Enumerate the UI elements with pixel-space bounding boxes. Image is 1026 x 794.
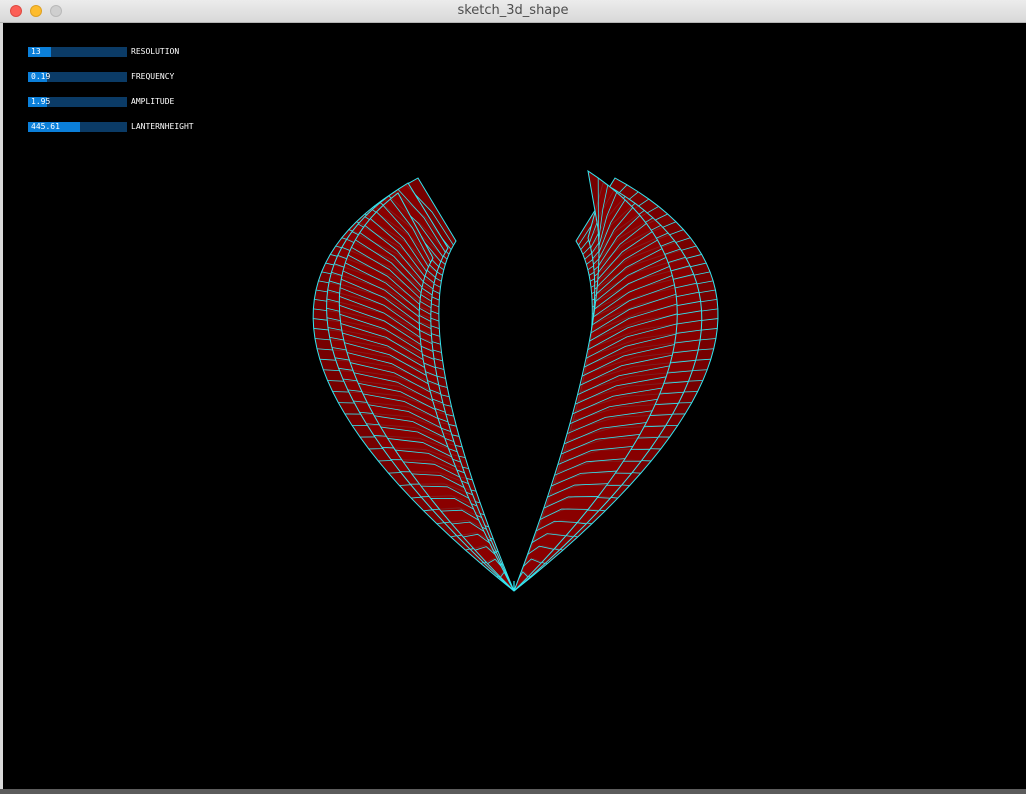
window-title: sketch_3d_shape xyxy=(457,3,569,18)
window-bottom-border xyxy=(0,789,1026,794)
title-bar[interactable]: sketch_3d_shape xyxy=(0,0,1026,23)
app-window: sketch_3d_shape 13 RESOLUTION 0.19 FREQU… xyxy=(0,0,1026,794)
3d-lantern-shape xyxy=(312,169,719,592)
sketch-canvas[interactable]: 13 RESOLUTION 0.19 FREQUENCY 1.95 AMPLIT… xyxy=(3,23,1026,789)
